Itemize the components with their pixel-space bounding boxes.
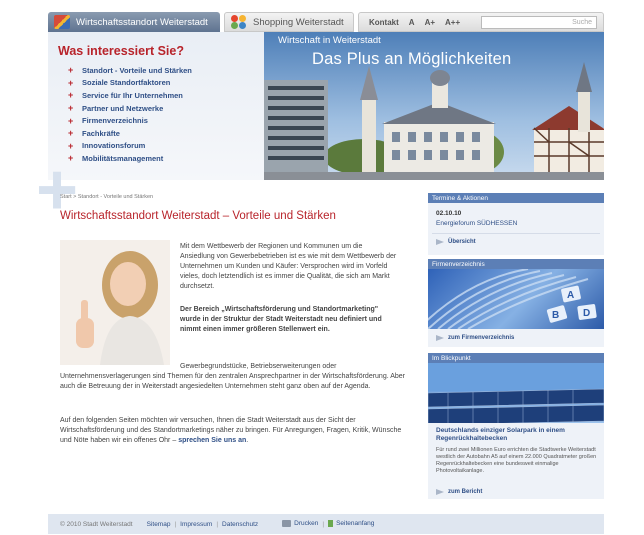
kontakt-link[interactable]: Kontakt	[369, 18, 399, 27]
font-size-small-button[interactable]: A	[409, 18, 415, 27]
impressum-link[interactable]: Impressum	[180, 521, 212, 528]
separator: |	[216, 520, 219, 528]
breadcrumb[interactable]: Start > Standort - Vorteile und Stärken	[60, 194, 153, 200]
sidebar-item-mobilitaet[interactable]: + Mobilitätsmanagement	[68, 152, 192, 165]
sidebar-item-label: Partner und Netzwerke	[82, 103, 164, 113]
body-paragraph-1: Gewerbegrundstücke, Betriebserweiterunge…	[60, 363, 406, 390]
directory-image[interactable]: AD B	[428, 269, 604, 329]
sidebar-item-label: Innovationsforum	[82, 141, 146, 151]
plus-icon: +	[68, 115, 74, 126]
index-cards-illustration: AD B	[428, 269, 597, 329]
plus-icon: +	[68, 153, 74, 164]
spotlight-box: Im Blickpunkt Deutschlands einziger Sola…	[428, 353, 604, 499]
woman-thumbs-up-photo	[60, 240, 170, 365]
event-link[interactable]: Energieforum SÜDHESSEN	[436, 220, 517, 227]
sidebar-item-label: Service für Ihr Unternehmen	[82, 90, 183, 100]
top-label: Seitenanfang	[336, 520, 375, 528]
link-label: zum Firmenverzeichnis	[448, 335, 515, 341]
print-label: Drucken	[294, 520, 319, 528]
hero-subtitle: Wirtschaft in Weiterstadt	[278, 35, 381, 46]
arrow-up-icon	[328, 520, 334, 528]
separator: |	[174, 520, 177, 528]
tab-shopping[interactable]: Shopping Weiterstadt	[224, 12, 354, 32]
page-title: Wirtschaftsstandort Weiterstadt – Vortei…	[60, 210, 336, 222]
sidebar-item-innovationsforum[interactable]: + Innovationsforum	[68, 140, 192, 153]
search-input[interactable]: Suche	[481, 16, 597, 29]
shopping-logo-icon	[231, 15, 247, 29]
divider	[432, 233, 600, 234]
svg-text:B: B	[552, 310, 559, 321]
copyright: © 2010 Stadt Weiterstadt	[60, 520, 133, 528]
hero-title: Das Plus an Möglichkeiten	[312, 50, 512, 68]
directory-box: Firmenverzeichnis AD B zum Firmenverzeich…	[428, 259, 604, 347]
sidebar-item-service[interactable]: + Service für Ihr Unternehmen	[68, 89, 192, 102]
overview-link[interactable]: Übersicht	[436, 239, 476, 245]
arrow-right-icon	[436, 335, 444, 341]
sidebar-item-label: Soziale Standortfaktoren	[82, 78, 171, 88]
arrow-right-icon	[436, 489, 444, 495]
solar-park-image[interactable]	[428, 363, 604, 423]
event-date: 02.10.10	[436, 210, 462, 217]
spotlight-header: Im Blickpunkt	[428, 353, 604, 363]
plus-icon: +	[68, 128, 74, 139]
link-label: Übersicht	[448, 239, 476, 245]
datenschutz-link[interactable]: Datenschutz	[222, 521, 258, 528]
plus-icon: +	[68, 77, 74, 88]
intro-paragraph: Mit dem Wettbewerb der Regionen und Komm…	[180, 243, 397, 290]
utility-bar: Kontakt A A+ A++ Suche	[358, 12, 604, 32]
directory-header: Firmenverzeichnis	[428, 259, 604, 269]
footer: © 2010 Stadt Weiterstadt Sitemap | Impre…	[48, 514, 604, 534]
portrait-illustration	[60, 240, 170, 365]
sidebar-heading: Was interessiert Sie?	[58, 44, 184, 58]
sitemap-link[interactable]: Sitemap	[147, 521, 171, 528]
printer-icon	[282, 520, 292, 528]
sidebar-item-label: Standort - Vorteile und Stärken	[82, 65, 192, 75]
solar-panels-illustration	[428, 363, 604, 423]
tab-wirtschaftsstandort[interactable]: Wirtschaftsstandort Weiterstadt	[48, 12, 220, 32]
plus-icon: +	[68, 103, 74, 114]
sidebar-item-firmenverzeichnis[interactable]: + Firmenverzeichnis	[68, 114, 192, 127]
sidebar-item-label: Mobilitätsmanagement	[82, 153, 164, 163]
sidebar-item-label: Fachkräfte	[82, 128, 120, 138]
tab-label: Shopping Weiterstadt	[253, 16, 344, 28]
header-area: + Was interessiert Sie? + Standort - Vort…	[36, 32, 604, 226]
highlight-paragraph: Der Bereich „Wirtschaftsförderung und St…	[180, 306, 382, 333]
print-link[interactable]: Drucken	[282, 520, 319, 528]
hero-banner: Wirtschaft in Weiterstadt Das Plus an Mö…	[264, 32, 604, 180]
sidebar-menu: + Standort - Vorteile und Stärken + Sozial…	[68, 64, 192, 165]
events-header: Termine & Aktionen	[428, 193, 604, 203]
separator: |	[322, 520, 325, 528]
svg-text:D: D	[583, 308, 590, 319]
body-paragraph-2: Auf den folgenden Seiten möchten wir ver…	[60, 417, 402, 444]
plus-icon: +	[68, 65, 74, 76]
directory-link[interactable]: zum Firmenverzeichnis	[436, 335, 514, 341]
sidebar-item-partner[interactable]: + Partner und Netzwerke	[68, 102, 192, 115]
sidebar-item-standort[interactable]: + Standort - Vorteile und Stärken	[68, 64, 192, 77]
font-size-medium-button[interactable]: A+	[425, 18, 435, 27]
contact-link[interactable]: sprechen Sie uns an	[178, 437, 246, 444]
font-size-large-button[interactable]: A++	[445, 18, 460, 27]
spotlight-title[interactable]: Deutschlands einziger Solarpark in einem…	[436, 427, 600, 443]
link-label: zum Bericht	[448, 489, 483, 495]
plus-icon: +	[68, 140, 74, 151]
plus-icon: +	[68, 90, 74, 101]
sidebar-item-label: Firmenverzeichnis	[82, 116, 148, 126]
top-navigation: Wirtschaftsstandort Weiterstadt Shopping…	[48, 12, 604, 32]
spotlight-text: Für rund zwei Millionen Euro errichten d…	[436, 447, 597, 474]
city-logo-icon	[54, 15, 70, 29]
tab-label: Wirtschaftsstandort Weiterstadt	[76, 16, 208, 28]
sidebar-item-fachkraefte[interactable]: + Fachkräfte	[68, 127, 192, 140]
arrow-right-icon	[436, 239, 444, 245]
top-of-page-link[interactable]: Seitenanfang	[328, 520, 375, 528]
events-box: Termine & Aktionen 02.10.10 Energieforum…	[428, 193, 604, 255]
svg-text:A: A	[567, 290, 574, 301]
sidebar-item-soziale[interactable]: + Soziale Standortfaktoren	[68, 77, 192, 90]
report-link[interactable]: zum Bericht	[436, 489, 482, 495]
